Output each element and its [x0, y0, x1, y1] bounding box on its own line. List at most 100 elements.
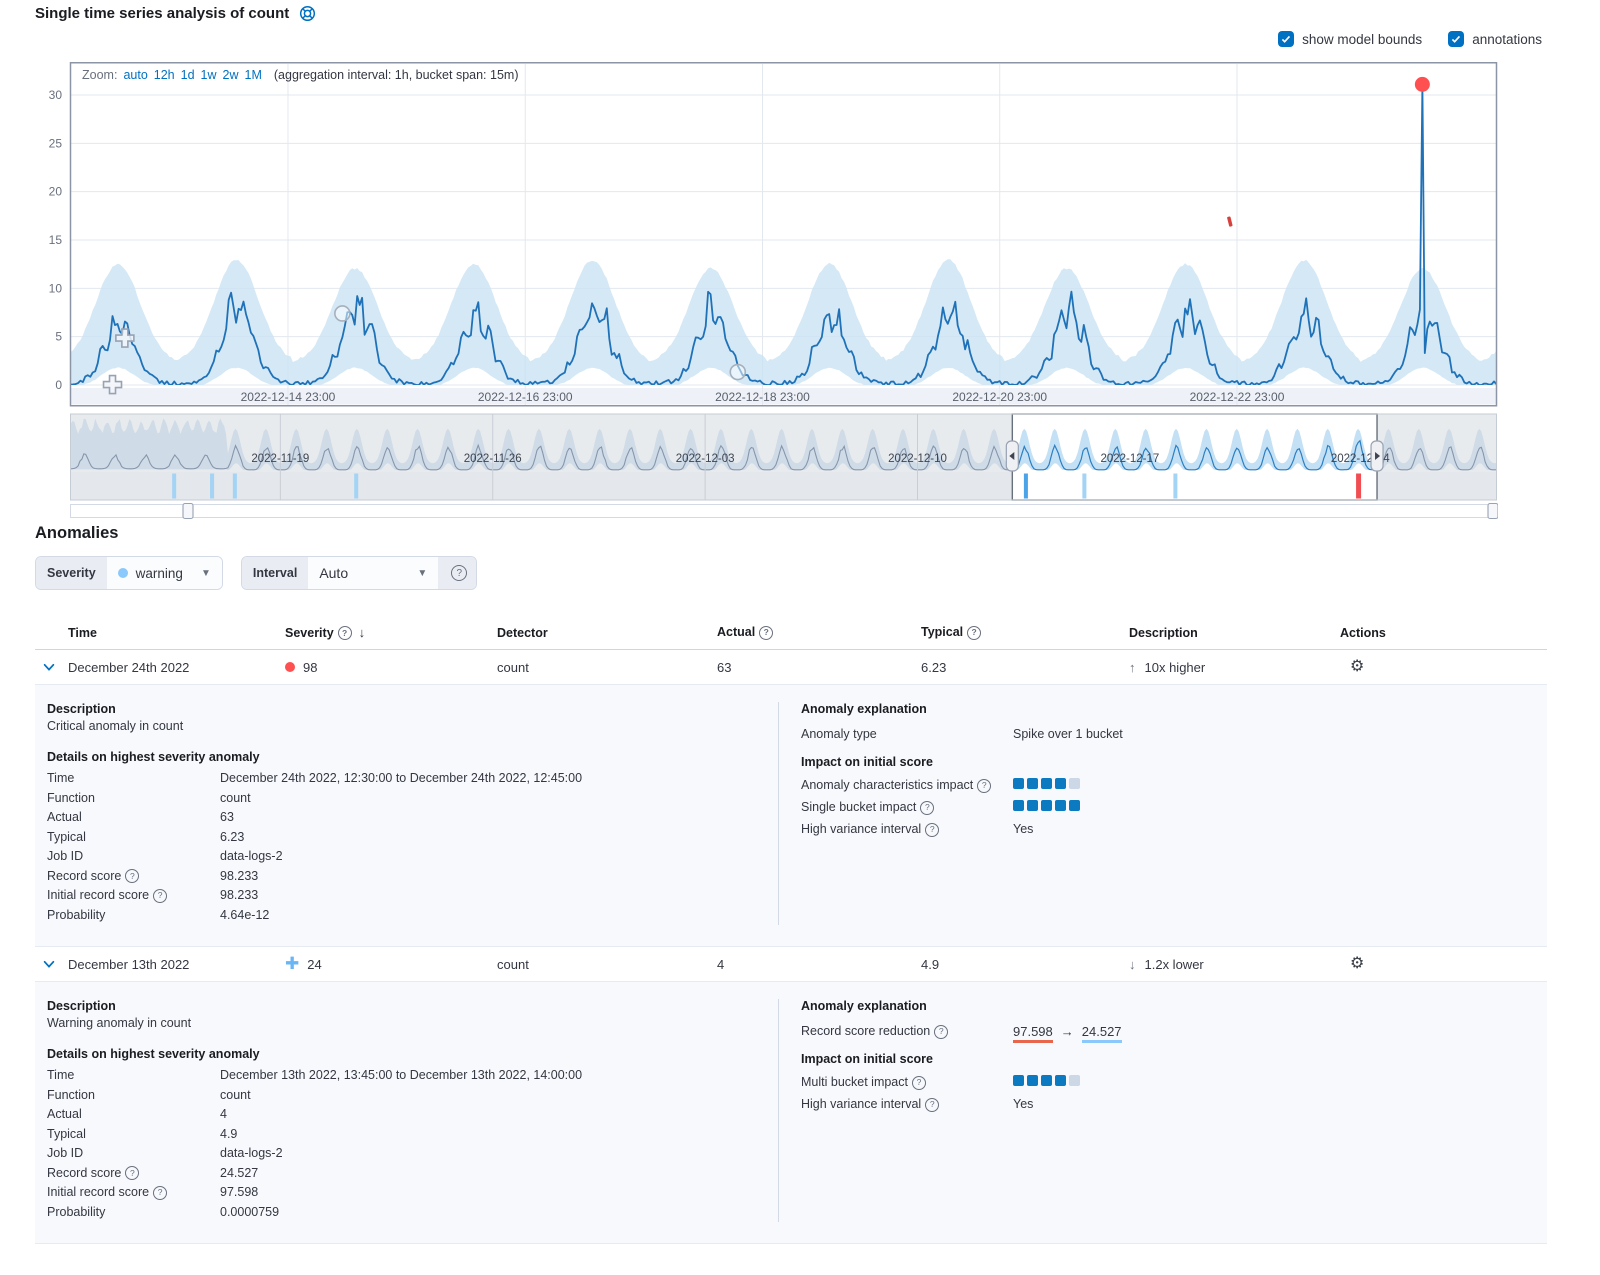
column-header-label: Severity — [285, 626, 334, 640]
detail-field-row: Job IDdata-logs-2 — [47, 847, 778, 867]
explanation-label-text: Multi bucket impact — [801, 1072, 908, 1093]
impact-square — [1013, 800, 1024, 811]
gear-icon[interactable]: ⚙ — [1350, 955, 1364, 972]
annotation-mark[interactable] — [1227, 216, 1233, 227]
detail-field-label-text: Record score — [47, 1164, 121, 1184]
info-icon: ? — [153, 889, 167, 903]
details-left-column: DescriptionWarning anomaly in countDetai… — [47, 999, 778, 1222]
detail-field-value: 98.233 — [220, 886, 258, 906]
collapse-row-button[interactable] — [37, 655, 61, 679]
svg-text:0: 0 — [55, 378, 62, 392]
impact-square — [1027, 1075, 1038, 1086]
anomaly-circle[interactable] — [730, 365, 745, 380]
severity-cell: 98 — [285, 660, 497, 675]
swimlane-anomaly-warning[interactable] — [233, 474, 237, 499]
detail-field-label-text: Job ID — [47, 847, 83, 867]
svg-text:2022-12-10: 2022-12-10 — [888, 453, 947, 465]
swimlane-anomaly-warning[interactable] — [1173, 474, 1177, 499]
typical-cell: 4.9 — [921, 957, 1129, 972]
detail-field-label: Time — [47, 1066, 220, 1086]
impact-square — [1041, 1075, 1052, 1086]
swimlane-anomaly-warning[interactable] — [354, 474, 358, 499]
column-header-detector: Detector — [497, 626, 717, 640]
time-cell: December 24th 2022 — [68, 660, 285, 675]
track-handle-right[interactable] — [1488, 504, 1498, 519]
zoom-option-2w[interactable]: 2w — [223, 68, 239, 82]
zoom-option-1M[interactable]: 1M — [245, 68, 262, 82]
column-header-severity[interactable]: Severity?↓ — [285, 625, 497, 641]
severity-filter-select[interactable]: warning ▼ — [107, 557, 222, 589]
time-range-track[interactable] — [71, 505, 1497, 518]
impact-square — [1069, 778, 1080, 789]
detail-field-label: Initial record score? — [47, 1183, 220, 1203]
column-header-label: Description — [1129, 626, 1198, 640]
detail-field-row: Record score?24.527 — [47, 1164, 778, 1184]
svg-text:2022-12-18 23:00: 2022-12-18 23:00 — [715, 390, 810, 404]
detector-cell: count — [497, 660, 717, 675]
detail-field-row: Record score?98.233 — [47, 867, 778, 887]
zoom-option-1w[interactable]: 1w — [201, 68, 217, 82]
interval-filter-label: Interval — [242, 557, 308, 589]
detail-field-label-text: Typical — [47, 1125, 86, 1145]
checkbox-show-model-bounds[interactable]: show model bounds — [1278, 31, 1422, 47]
swimlane-anomaly-warning-strong[interactable] — [1024, 474, 1028, 499]
checkbox-annotations[interactable]: annotations — [1448, 31, 1542, 47]
details-title: Details on highest severity anomaly — [47, 1047, 778, 1061]
detail-field-label: Typical — [47, 1125, 220, 1145]
explanation-label: Anomaly type — [801, 724, 1013, 745]
explanation-row: Multi bucket impact? — [801, 1072, 1535, 1093]
critical-anomaly-dot[interactable] — [1415, 77, 1430, 92]
help-ring-icon[interactable] — [299, 5, 316, 22]
zoom-option-12h[interactable]: 12h — [154, 68, 175, 82]
zoom-option-auto[interactable]: auto — [123, 68, 147, 82]
impact-square — [1041, 800, 1052, 811]
interval-filter-select[interactable]: Auto ▼ — [308, 557, 438, 589]
info-icon: ? — [125, 1166, 139, 1180]
detail-field-label-text: Function — [47, 789, 95, 809]
swimlane-anomaly-warning[interactable] — [172, 474, 176, 499]
column-header-description: Description — [1129, 626, 1340, 640]
context-chart-svg[interactable]: 2022-11-192022-11-262022-12-032022-12-10… — [30, 412, 1498, 520]
detail-field-row: Initial record score?98.233 — [47, 886, 778, 906]
info-icon: ? — [759, 626, 773, 640]
detail-field-row: TimeDecember 13th 2022, 13:45:00 to Dece… — [47, 1066, 778, 1086]
detail-field-row: Functioncount — [47, 789, 778, 809]
info-icon: ? — [977, 779, 991, 793]
interval-filter: Interval Auto ▼ ? — [241, 556, 477, 590]
impact-square — [1027, 800, 1038, 811]
swimlane-anomaly-critical[interactable] — [1356, 474, 1361, 499]
severity-filter-value: warning — [136, 566, 183, 581]
zoom-controls: Zoom:auto12h1d1w2w1M(aggregation interva… — [82, 68, 518, 82]
column-header-label: Actions — [1340, 626, 1386, 640]
interval-help-button[interactable]: ? — [438, 557, 476, 589]
zoom-option-1d[interactable]: 1d — [181, 68, 195, 82]
info-icon: ? — [967, 626, 981, 640]
description-value: Warning anomaly in count — [47, 1016, 778, 1030]
critical-dot-icon — [285, 662, 295, 672]
single-metric-viewer: Single time series analysis of count sho… — [0, 0, 1600, 1275]
svg-text:20: 20 — [49, 185, 63, 199]
detail-field-value: December 13th 2022, 13:45:00 to December… — [220, 1066, 582, 1086]
column-header-actual: Actual? — [717, 625, 921, 640]
track-handle-left[interactable] — [183, 504, 193, 519]
info-icon: ? — [912, 1076, 926, 1090]
swimlane-anomaly-warning[interactable] — [210, 474, 214, 499]
impact-square — [1013, 778, 1024, 789]
svg-text:5: 5 — [55, 330, 62, 344]
description-value: Critical anomaly in count — [47, 719, 778, 733]
focus-chart-svg[interactable]: 0510152025302022-12-14 23:002022-12-16 2… — [30, 62, 1498, 408]
detail-field-label: Actual — [47, 808, 220, 828]
collapse-row-button[interactable] — [37, 952, 61, 976]
detail-field-label: Function — [47, 1086, 220, 1106]
detail-field-label: Actual — [47, 1105, 220, 1125]
gear-icon[interactable]: ⚙ — [1350, 658, 1364, 675]
page-title: Single time series analysis of count — [35, 5, 316, 22]
explanation-row: Record score reduction?97.598→24.527 — [801, 1021, 1535, 1042]
actual-cell: 63 — [717, 660, 921, 675]
expander-cell — [35, 655, 68, 679]
anomaly-circle[interactable] — [335, 306, 350, 321]
info-icon: ? — [125, 869, 139, 883]
description-cell: ↑10x higher — [1129, 660, 1340, 675]
swimlane-anomaly-warning[interactable] — [1082, 474, 1086, 499]
time-cell: December 13th 2022 — [68, 957, 285, 972]
